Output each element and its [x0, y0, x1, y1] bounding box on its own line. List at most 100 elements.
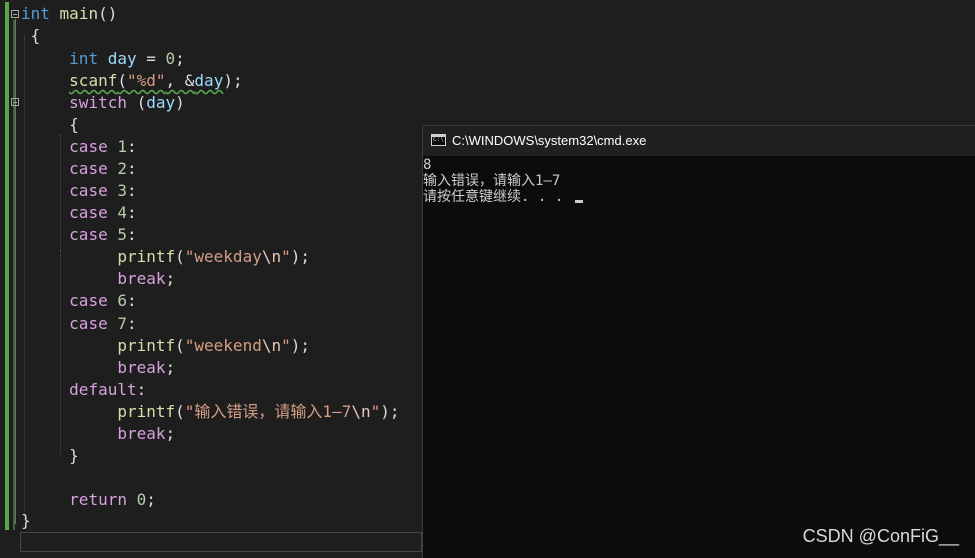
control-keyword: case: [69, 159, 108, 178]
string-literal: "输入错误，请输入1—7: [184, 402, 352, 421]
code-line-printf[interactable]: printf("输入错误，请输入1—7\n");: [21, 401, 399, 423]
punctuation: (): [98, 4, 118, 23]
punctuation: ;: [146, 490, 156, 509]
code-line-declaration[interactable]: int day = 0;: [21, 48, 185, 70]
string-literal: "weekend: [184, 336, 262, 355]
function-name: printf: [117, 336, 176, 355]
code-line-case[interactable]: case 2:: [21, 158, 136, 180]
control-keyword: case: [69, 225, 108, 244]
number: 5: [117, 225, 127, 244]
punctuation: );: [223, 71, 243, 90]
code-line-case[interactable]: case 4:: [21, 202, 137, 224]
punctuation: (: [126, 93, 147, 112]
fold-range-line: [15, 19, 16, 524]
code-line-break[interactable]: break;: [21, 268, 175, 290]
console-output-line: 输入错误，请输入1—7: [423, 173, 561, 189]
control-keyword: case: [69, 137, 108, 156]
code-line-open-brace[interactable]: {: [21, 25, 41, 47]
control-keyword: case: [69, 181, 108, 200]
console-output-line: 8: [423, 157, 432, 173]
function-name: scanf: [69, 71, 118, 90]
number: 1: [117, 137, 127, 156]
punctuation: :: [126, 225, 137, 244]
console-output[interactable]: 8 输入错误，请输入1—7 请按任意键继续. . .: [423, 157, 975, 205]
string-literal: ": [281, 247, 291, 266]
operator: =: [136, 49, 166, 68]
control-keyword: break: [117, 424, 166, 443]
punctuation: (: [175, 402, 185, 421]
watermark: CSDN @ConFiG__: [802, 526, 959, 546]
number: 0: [165, 49, 176, 68]
variable: day: [107, 49, 137, 68]
punctuation: :: [126, 137, 137, 156]
code-line-switch-brace[interactable]: {: [21, 114, 79, 136]
code-line-case[interactable]: case 1:: [21, 136, 137, 158]
control-keyword: switch: [69, 93, 127, 112]
number: 4: [117, 203, 127, 222]
control-keyword: case: [69, 314, 108, 333]
string-literal: "%d": [126, 71, 166, 90]
code-line-case[interactable]: case 5:: [21, 224, 137, 246]
code-line-break[interactable]: break;: [21, 423, 175, 445]
control-keyword: case: [69, 291, 108, 310]
function-name: main: [59, 4, 99, 23]
console-prompt-text: 请按任意键继续. . .: [423, 189, 572, 205]
fold-toggle-main-icon[interactable]: [11, 10, 19, 18]
cmd-console-window[interactable]: C:\WINDOWS\system32\cmd.exe 8 输入错误，请输入1—…: [422, 125, 975, 558]
punctuation: ;: [165, 358, 176, 377]
cmd-app-icon: [431, 134, 446, 146]
punctuation: ;: [165, 269, 176, 288]
console-title: C:\WINDOWS\system32\cmd.exe: [452, 133, 647, 148]
punctuation: (: [117, 71, 127, 90]
number: 6: [117, 291, 127, 310]
number: 3: [117, 181, 127, 200]
keyword: int: [21, 4, 50, 23]
string-literal: ": [281, 336, 291, 355]
console-titlebar[interactable]: C:\WINDOWS\system32\cmd.exe: [423, 126, 975, 156]
code-line-printf[interactable]: printf("weekend\n");: [21, 335, 310, 357]
punctuation: :: [126, 181, 137, 200]
punctuation: :: [126, 314, 137, 333]
escape-sequence: \n: [261, 336, 282, 355]
variable: day: [194, 71, 224, 90]
punctuation: :: [126, 203, 137, 222]
punctuation: (: [175, 247, 185, 266]
punctuation: ;: [165, 424, 176, 443]
keyword: int: [69, 49, 99, 68]
code-line-break[interactable]: break;: [21, 357, 175, 379]
warning-squiggle[interactable]: scanf("%d", &day: [69, 71, 223, 90]
escape-sequence: \n: [351, 402, 371, 421]
code-line-default[interactable]: default:: [21, 379, 146, 401]
code-line-close-switch[interactable]: }: [21, 445, 79, 467]
current-line-highlight: [20, 532, 422, 552]
code-line-close-main[interactable]: }: [21, 510, 31, 532]
change-tracking-bar: [5, 2, 9, 530]
string-literal: "weekday: [184, 247, 262, 266]
control-keyword: break: [117, 269, 166, 288]
code-line-case[interactable]: case 6:: [21, 290, 137, 312]
brace: }: [21, 511, 31, 530]
control-keyword: default: [69, 380, 137, 399]
code-line-case[interactable]: case 3:: [21, 180, 137, 202]
variable: day: [146, 93, 176, 112]
code-line-case[interactable]: case 7:: [21, 313, 137, 335]
punctuation: :: [136, 380, 147, 399]
number: 0: [136, 490, 147, 509]
code-line-printf[interactable]: printf("weekday\n");: [21, 246, 310, 268]
brace: }: [69, 446, 79, 465]
brace: {: [30, 26, 41, 45]
function-name: printf: [117, 402, 176, 421]
punctuation: ): [175, 93, 185, 112]
fold-toggle-switch-icon[interactable]: [11, 98, 19, 106]
escape-sequence: \n: [261, 247, 282, 266]
punctuation: :: [126, 291, 137, 310]
console-cursor: [574, 200, 583, 203]
control-keyword: break: [117, 358, 166, 377]
control-keyword: return: [69, 490, 127, 509]
punctuation: (: [175, 336, 185, 355]
code-line-switch[interactable]: switch (day): [21, 92, 185, 114]
console-output-line: 请按任意键继续. . .: [423, 189, 975, 205]
code-line-main[interactable]: int main(): [21, 3, 117, 25]
code-line-return[interactable]: return 0;: [21, 489, 156, 511]
code-line-scanf[interactable]: scanf("%d", &day);: [21, 70, 243, 92]
